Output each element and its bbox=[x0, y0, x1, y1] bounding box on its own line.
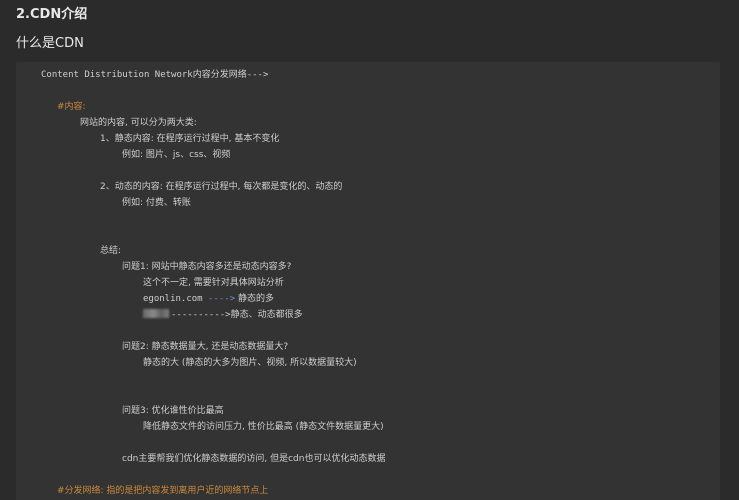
section-subheading: 什么是CDN bbox=[16, 36, 84, 51]
question-2-answer: 静态的大 (静态的大多为图片、视频, 所以数据量较大) bbox=[143, 358, 357, 368]
static-more-text: 静态的多 bbox=[235, 294, 274, 304]
code-block: Content Distribution Network内容分发网络---> #… bbox=[16, 62, 720, 500]
site-content-line: 网站的内容, 可以分为两大类: bbox=[80, 118, 197, 128]
egonlin-site-text: egonlin.com bbox=[143, 294, 203, 304]
question-1-answer-2: egonlin.com ----> 静态的多 bbox=[143, 293, 274, 305]
static-content-line: 1、静态内容: 在程序运行过程中, 基本不变化 bbox=[100, 134, 280, 144]
redacted-site-image bbox=[143, 309, 169, 318]
summary-line: 总结: bbox=[100, 246, 122, 256]
static-example-line: 例如: 图片、js、css、视频 bbox=[122, 150, 231, 160]
dynamic-content-line: 2、动态的内容: 在程序运行过程中, 每次都是变化的、动态的 bbox=[100, 182, 343, 192]
question-3-answer: 降低静态文件的访问压力, 性价比最高 (静态文件数据量更大) bbox=[143, 422, 384, 432]
question-1-line: 问题1: 网站中静态内容多还是动态内容多? bbox=[122, 262, 292, 272]
both-many-text: 静态、动态都很多 bbox=[230, 310, 303, 320]
question-1-answer-1: 这个不一定, 需要针对具体网站分析 bbox=[143, 278, 284, 288]
distribution-comment: #分发网络: 指的是把内容发到离用户近的网络节点上 bbox=[57, 486, 269, 496]
cdn-note-line: cdn主要帮我们优化静态数据的访问, 但是cdn也可以优化动态数据 bbox=[122, 454, 386, 464]
section-heading: 2.CDN介绍 bbox=[16, 7, 88, 22]
arrow-text: ----> bbox=[202, 294, 236, 304]
document-page: 2.CDN介绍 什么是CDN Content Distribution Netw… bbox=[0, 0, 739, 500]
long-arrow-text: ----------> bbox=[171, 310, 231, 320]
question-2-line: 问题2: 静态数据量大, 还是动态数据量大? bbox=[122, 342, 289, 352]
question-3-line: 问题3: 优化谁性价比最高 bbox=[122, 406, 224, 416]
content-comment: #内容: bbox=[57, 102, 86, 112]
dynamic-example-line: 例如: 付费、转账 bbox=[122, 198, 191, 208]
code-intro-line: Content Distribution Network内容分发网络---> bbox=[41, 70, 269, 80]
question-1-answer-3: ---------->静态、动态都很多 bbox=[143, 309, 303, 321]
